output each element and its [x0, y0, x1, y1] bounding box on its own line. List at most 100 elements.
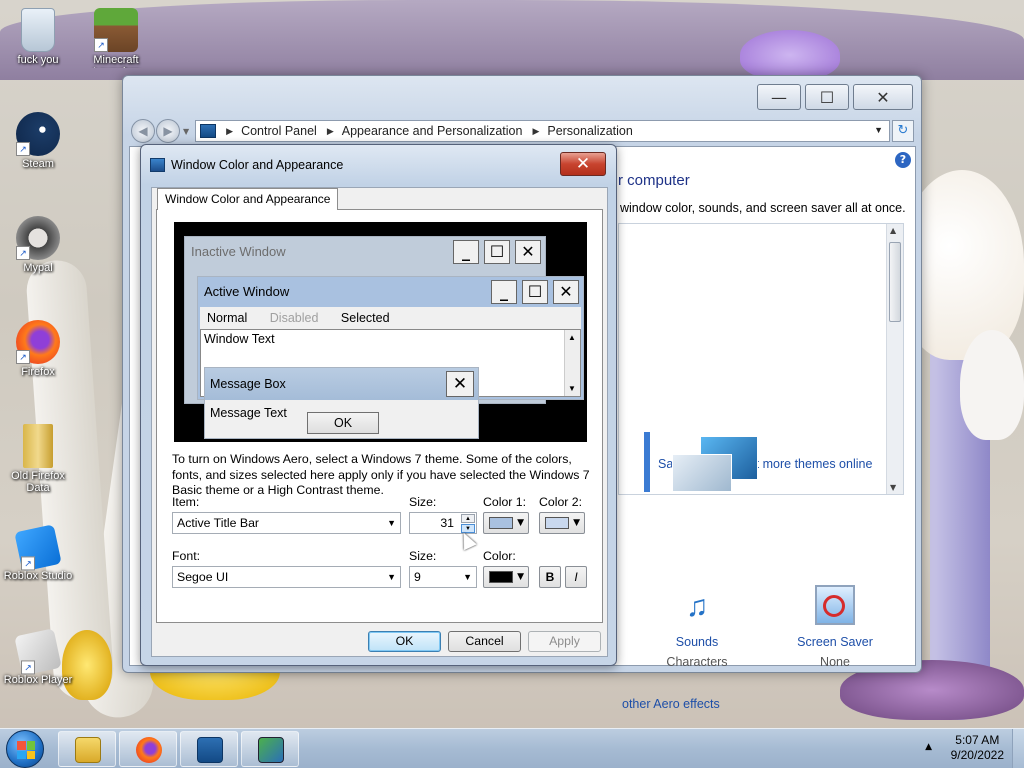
show-hidden-icons-button[interactable]: ▲ — [925, 742, 932, 752]
desktop-icon-firefox[interactable]: ↗ Firefox — [0, 320, 76, 378]
italic-button[interactable]: I — [565, 566, 587, 588]
show-desktop-button[interactable] — [1012, 729, 1024, 768]
shortcut-arrow-icon: ↗ — [20, 556, 35, 571]
help-icon[interactable]: ? — [895, 152, 911, 168]
font-size-select[interactable]: 9 ▼ — [409, 566, 477, 588]
preview-message-box[interactable]: Message Box ✕ Message Text OK — [204, 367, 479, 439]
file-explorer-icon — [75, 737, 101, 763]
desktop-icon-recycle-bin[interactable]: fuck you — [0, 8, 76, 66]
desktop-icon-steam[interactable]: ↗ Steam — [0, 112, 76, 170]
shortcut-arrow-icon: ↗ — [94, 38, 108, 52]
recycle-bin-icon — [21, 8, 55, 52]
recent-pages-dropdown[interactable]: ▼ — [183, 127, 189, 136]
maximize-icon: ☐ — [522, 280, 548, 304]
shortcut-arrow-icon: ↗ — [16, 350, 30, 364]
maximize-icon: ☐ — [819, 87, 835, 107]
apply-button[interactable]: Apply — [528, 631, 601, 652]
minimize-icon: — — [771, 87, 787, 107]
desktop-icon-mypal[interactable]: ↗ Mypal — [0, 216, 76, 274]
menu-selected[interactable]: Selected — [341, 311, 390, 325]
color1-button[interactable]: ▼ — [483, 512, 529, 534]
sounds-icon: ♫ — [685, 590, 709, 623]
minimize-button[interactable]: — — [757, 84, 801, 110]
size-label: Size: — [409, 495, 437, 509]
desktop-icon-roblox-player[interactable]: ↗ Roblox Player — [0, 628, 76, 686]
preview-inactive-buttons: _ ☐ ✕ — [448, 240, 541, 264]
theme-thumbnails[interactable] — [644, 432, 764, 492]
tab-panel: Inactive Window _ ☐ ✕ Active Window _ ☐ … — [156, 209, 603, 623]
taskbar: ▲ 5:07 AM 9/20/2022 — [0, 728, 1024, 768]
taskbar-control-panel[interactable] — [180, 731, 238, 767]
sounds-item[interactable]: ♫ Sounds Characters — [642, 585, 752, 669]
display-icon — [150, 158, 165, 172]
mypal-icon: ↗ — [16, 216, 60, 260]
cancel-button[interactable]: Cancel — [448, 631, 521, 652]
breadcrumb-personalization[interactable]: Personalization — [547, 124, 632, 138]
color1-label: Color 1: — [483, 495, 527, 509]
forward-button[interactable]: ▶ — [156, 119, 180, 143]
preview-menu: Normal Disabled Selected — [200, 307, 581, 329]
color1-swatch — [489, 517, 513, 529]
font-select-value: Segoe UI — [177, 570, 229, 584]
screen-saver-icon — [815, 585, 855, 625]
address-bar[interactable]: ▶ Control Panel ▶ Appearance and Persona… — [195, 120, 890, 142]
preview-scrollbar[interactable]: ▲ ▼ — [564, 330, 580, 396]
item-select[interactable]: Active Title Bar ▼ — [172, 512, 401, 534]
font-size-label: Size: — [409, 549, 437, 563]
taskbar-firefox[interactable] — [119, 731, 177, 767]
refresh-button[interactable]: ↻ — [892, 120, 914, 142]
desktop-icon-minecraft[interactable]: ↗ Minecraft Launcher — [78, 8, 154, 68]
message-text: Message Text — [210, 406, 287, 420]
chevron-down-icon: ▼ — [463, 572, 472, 582]
color2-swatch — [545, 517, 569, 529]
font-size-value: 9 — [414, 570, 421, 584]
breadcrumb-control-panel[interactable]: Control Panel — [241, 124, 317, 138]
start-button[interactable] — [6, 730, 44, 768]
forward-arrow-icon: ▶ — [163, 124, 173, 138]
themes-scrollbar[interactable]: ▲ ▼ — [886, 224, 903, 494]
control-panel-icon — [200, 124, 217, 138]
chevron-down-icon: ▼ — [387, 572, 396, 582]
breadcrumb-appearance[interactable]: Appearance and Personalization — [342, 124, 523, 138]
ok-button[interactable]: OK — [368, 631, 441, 652]
scroll-down-icon[interactable]: ▼ — [890, 483, 896, 492]
menu-disabled[interactable]: Disabled — [270, 311, 319, 325]
clock[interactable]: 5:07 AM 9/20/2022 — [951, 733, 1004, 763]
font-select[interactable]: Segoe UI ▼ — [172, 566, 401, 588]
taskbar-display-settings[interactable] — [241, 731, 299, 767]
window-caption-buttons: — ☐ ✕ — [757, 84, 913, 110]
taskbar-file-explorer[interactable] — [58, 731, 116, 767]
item-label: Item: — [172, 495, 200, 509]
address-dropdown-icon[interactable]: ▼ — [874, 125, 883, 135]
appearance-preview[interactable]: Inactive Window _ ☐ ✕ Active Window _ ☐ … — [174, 222, 587, 442]
close-icon: ✕ — [876, 87, 890, 107]
window-color-dialog: Window Color and Appearance ✕ Window Col… — [140, 144, 617, 666]
folder-icon — [23, 424, 53, 468]
scroll-thumb[interactable] — [889, 242, 901, 322]
preview-ok-button[interactable]: OK — [307, 412, 379, 434]
scroll-up-icon[interactable]: ▲ — [890, 226, 896, 235]
minimize-icon: _ — [453, 240, 479, 264]
shortcut-arrow-icon: ↗ — [16, 142, 30, 156]
dialog-title: Window Color and Appearance — [171, 158, 344, 172]
control-panel-icon — [197, 737, 223, 763]
close-button[interactable]: ✕ — [853, 84, 913, 110]
maximize-button[interactable]: ☐ — [805, 84, 849, 110]
screen-saver-item[interactable]: Screen Saver None — [780, 585, 890, 669]
menu-normal[interactable]: Normal — [207, 311, 247, 325]
color2-button[interactable]: ▼ — [539, 512, 585, 534]
close-icon: ✕ — [446, 371, 474, 397]
back-button[interactable]: ◀ — [131, 119, 155, 143]
bold-button[interactable]: B — [539, 566, 561, 588]
clock-time: 5:07 AM — [955, 733, 1000, 747]
dialog-body: Window Color and Appearance Inactive Win… — [151, 187, 608, 657]
desktop-icon-roblox-studio[interactable]: ↗ Roblox Studio — [0, 524, 76, 582]
tab-window-color[interactable]: Window Color and Appearance — [157, 188, 339, 210]
desktop-icon-old-firefox-data[interactable]: Old Firefox Data — [0, 424, 76, 494]
color2-label: Color 2: — [539, 495, 583, 509]
maximize-icon: ☐ — [484, 240, 510, 264]
spin-up-icon[interactable]: ▲ — [461, 514, 475, 523]
aero-effects-link[interactable]: other Aero effects — [622, 697, 720, 711]
dialog-close-button[interactable]: ✕ — [560, 152, 606, 176]
font-color-button[interactable]: ▼ — [483, 566, 529, 588]
